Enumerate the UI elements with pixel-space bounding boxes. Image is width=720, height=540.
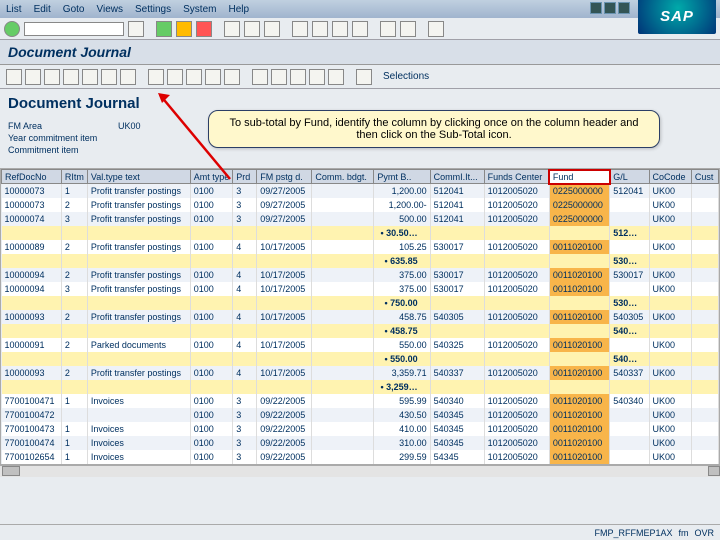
menu-views[interactable]: Views bbox=[96, 4, 123, 15]
col-header-funds-center[interactable]: Funds Center bbox=[484, 170, 549, 184]
sort-desc-icon[interactable] bbox=[63, 69, 79, 85]
year-commitment-label: Year commitment item bbox=[8, 132, 118, 144]
find-icon[interactable] bbox=[244, 21, 260, 37]
print-preview-icon[interactable] bbox=[148, 69, 164, 85]
print-icon[interactable] bbox=[224, 21, 240, 37]
column-header-row[interactable]: RefDocNoRItmVal.type textAmt typePrdFM p… bbox=[2, 170, 719, 184]
first-page-icon[interactable] bbox=[292, 21, 308, 37]
table-row[interactable]: 77001004741Invoices0100309/22/2005310.00… bbox=[2, 436, 719, 450]
refresh-icon[interactable] bbox=[25, 69, 41, 85]
col-header-fund[interactable]: Fund bbox=[549, 170, 609, 184]
find-next-icon[interactable] bbox=[264, 21, 280, 37]
command-field[interactable] bbox=[24, 22, 124, 36]
col-header-cust[interactable]: Cust bbox=[691, 170, 718, 184]
menu-list[interactable]: List bbox=[6, 4, 22, 15]
layout-select-icon[interactable] bbox=[309, 69, 325, 85]
table-row[interactable]: 100000932Profit transfer postings0100410… bbox=[2, 310, 719, 324]
enter-icon[interactable] bbox=[4, 21, 20, 37]
table-row[interactable]: 100000942Profit transfer postings0100410… bbox=[2, 268, 719, 282]
window-max-icon[interactable] bbox=[604, 2, 616, 14]
table-row[interactable]: • 458.75540… bbox=[2, 324, 719, 338]
menu-edit[interactable]: Edit bbox=[34, 4, 51, 15]
back-icon[interactable] bbox=[156, 21, 172, 37]
scrollbar-thumb[interactable] bbox=[2, 466, 20, 476]
alv-grid[interactable]: RefDocNoRItmVal.type textAmt typePrdFM p… bbox=[0, 168, 720, 465]
table-row[interactable]: • 3,259… bbox=[2, 380, 719, 394]
table-row[interactable]: • 30.50…512… bbox=[2, 226, 719, 240]
table-row[interactable]: 100000743Profit transfer postings0100309… bbox=[2, 212, 719, 226]
screen-title: Document Journal bbox=[0, 40, 720, 65]
local-file-icon[interactable] bbox=[205, 69, 221, 85]
graphic-icon[interactable] bbox=[271, 69, 287, 85]
table-row[interactable]: 100000943Profit transfer postings0100410… bbox=[2, 282, 719, 296]
window-min-icon[interactable] bbox=[590, 2, 602, 14]
sap-logo: SAP bbox=[638, 0, 716, 34]
table-row[interactable]: 77001004720100309/22/2005430.50540345101… bbox=[2, 408, 719, 422]
table-row[interactable]: 77001026541Invoices0100309/22/2005299.59… bbox=[2, 450, 719, 464]
table-row[interactable]: 77001004731Invoices0100309/22/2005410.00… bbox=[2, 422, 719, 436]
save-icon[interactable] bbox=[128, 21, 144, 37]
info-icon[interactable] bbox=[356, 69, 372, 85]
subtotal-icon[interactable] bbox=[120, 69, 136, 85]
table-row[interactable]: 100000731Profit transfer postings0100309… bbox=[2, 184, 719, 198]
status-bar: FMP_RFFMEP1AX fm OVR bbox=[0, 524, 720, 540]
table-row[interactable]: 100000912Parked documents0100410/17/2005… bbox=[2, 338, 719, 352]
new-session-icon[interactable] bbox=[380, 21, 396, 37]
status-session: FMP_RFFMEP1AX bbox=[594, 528, 672, 538]
col-header-cocode[interactable]: CoCode bbox=[649, 170, 691, 184]
col-header-commi-it-[interactable]: CommI.It... bbox=[430, 170, 484, 184]
shortcut-icon[interactable] bbox=[400, 21, 416, 37]
application-toolbar: Selections bbox=[0, 65, 720, 89]
menu-help[interactable]: Help bbox=[228, 4, 249, 15]
table-row[interactable]: 100000732Profit transfer postings0100309… bbox=[2, 198, 719, 212]
standard-toolbar bbox=[0, 18, 720, 40]
col-header-refdocno[interactable]: RefDocNo bbox=[2, 170, 62, 184]
table-row[interactable]: • 550.00540… bbox=[2, 352, 719, 366]
col-header-fm-pstg-d-[interactable]: FM pstg d. bbox=[257, 170, 312, 184]
scrollbar-right-arrow-icon[interactable] bbox=[708, 466, 720, 476]
tutorial-callout: To sub-total by Fund, identify the colum… bbox=[208, 110, 660, 148]
status-client: fm bbox=[678, 528, 688, 538]
col-header-g-l[interactable]: G/L bbox=[610, 170, 649, 184]
horizontal-scrollbar[interactable] bbox=[0, 465, 720, 477]
table-row[interactable]: • 635.85530… bbox=[2, 254, 719, 268]
next-page-icon[interactable] bbox=[332, 21, 348, 37]
window-buttons bbox=[590, 2, 630, 14]
fm-area-label: FM Area bbox=[8, 120, 118, 132]
filter-icon[interactable] bbox=[82, 69, 98, 85]
abc-icon[interactable] bbox=[252, 69, 268, 85]
layout-save-icon[interactable] bbox=[328, 69, 344, 85]
menu-settings[interactable]: Settings bbox=[135, 4, 171, 15]
col-header-pymt-b-[interactable]: Pymt B.. bbox=[374, 170, 430, 184]
word-icon[interactable] bbox=[186, 69, 202, 85]
table-row[interactable]: 100000932Profit transfer postings0100410… bbox=[2, 366, 719, 380]
exit-icon[interactable] bbox=[176, 21, 192, 37]
excel-icon[interactable] bbox=[167, 69, 183, 85]
menu-system[interactable]: System bbox=[183, 4, 216, 15]
help-icon[interactable] bbox=[428, 21, 444, 37]
col-header-ritm[interactable]: RItm bbox=[61, 170, 87, 184]
col-header-comm-bdgt-[interactable]: Comm. bdgt. bbox=[312, 170, 374, 184]
window-close-icon[interactable] bbox=[618, 2, 630, 14]
table-row[interactable]: • 750.00530… bbox=[2, 296, 719, 310]
menu-goto[interactable]: Goto bbox=[63, 4, 85, 15]
menu-bar: List Edit Goto Views Settings System Hel… bbox=[0, 0, 720, 18]
total-icon[interactable] bbox=[101, 69, 117, 85]
details-icon[interactable] bbox=[6, 69, 22, 85]
last-page-icon[interactable] bbox=[352, 21, 368, 37]
mail-icon[interactable] bbox=[224, 69, 240, 85]
sort-asc-icon[interactable] bbox=[44, 69, 60, 85]
status-ovr: OVR bbox=[694, 528, 714, 538]
table-row[interactable]: 77001004711Invoices0100309/22/2005595.99… bbox=[2, 394, 719, 408]
cancel-icon[interactable] bbox=[196, 21, 212, 37]
layout-change-icon[interactable] bbox=[290, 69, 306, 85]
table-row[interactable]: 100000892Profit transfer postings0100410… bbox=[2, 240, 719, 254]
prev-page-icon[interactable] bbox=[312, 21, 328, 37]
selections-button[interactable]: Selections bbox=[383, 71, 429, 82]
commitment-item-label: Commitment item bbox=[8, 144, 118, 156]
